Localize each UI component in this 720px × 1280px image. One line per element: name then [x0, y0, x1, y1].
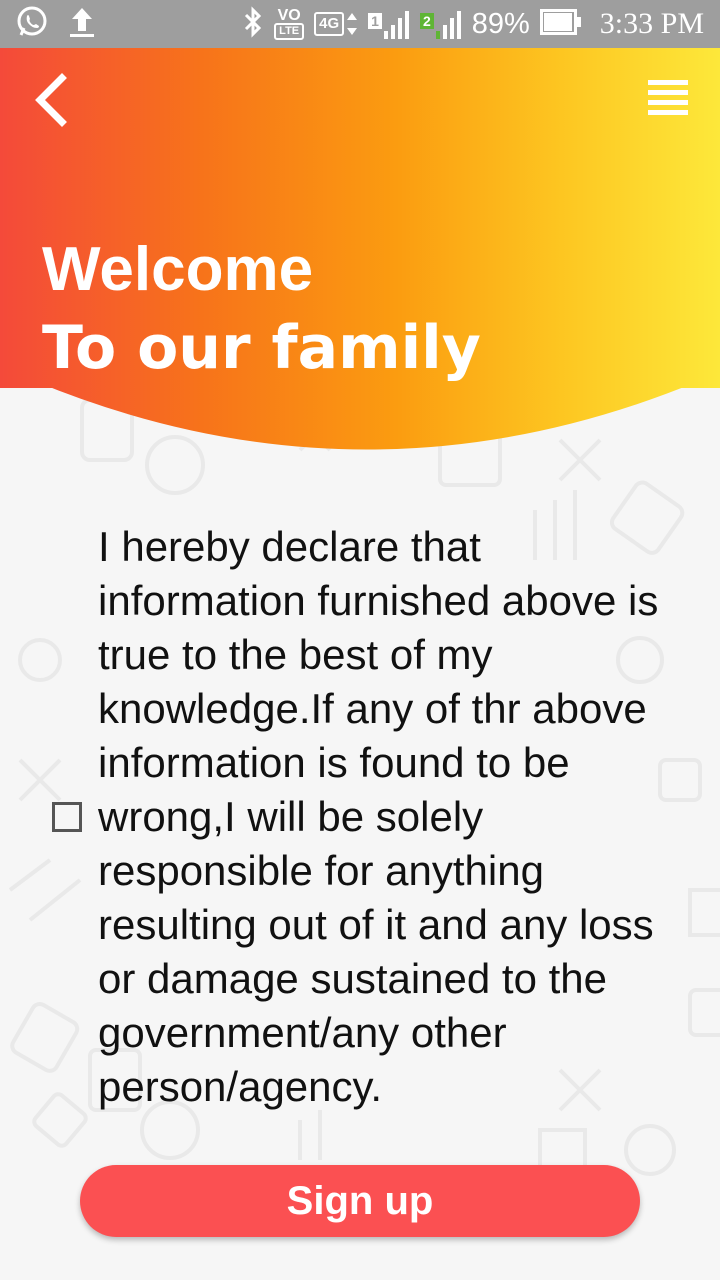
status-right-icons: VO LTE 4G 1 2 89% 3:33 PM	[242, 0, 704, 48]
declaration-checkbox[interactable]	[52, 802, 82, 832]
network-label: 4G	[314, 12, 345, 36]
bluetooth-icon	[242, 6, 264, 42]
chevron-left-icon	[30, 73, 74, 132]
sim2-signal-icon: 2	[419, 9, 462, 39]
volte-label: VO	[277, 6, 301, 24]
sim1-signal-icon: 1	[368, 9, 410, 39]
battery-icon	[539, 9, 582, 39]
volte-icon: VO LTE	[274, 6, 305, 40]
upload-icon	[68, 5, 96, 43]
page-subtitle: To our family	[42, 313, 481, 383]
battery-percent: 89%	[471, 7, 530, 40]
signup-button[interactable]: Sign up	[80, 1165, 640, 1237]
page-title: Welcome	[42, 235, 314, 304]
hamburger-menu-icon	[646, 80, 692, 124]
whatsapp-icon	[14, 4, 50, 44]
network-4g-icon: 4G	[314, 11, 358, 37]
declaration-text: I hereby declare that information furnis…	[98, 523, 659, 1110]
clock: 3:33 PM	[599, 7, 704, 40]
sim1-label: 1	[368, 13, 382, 29]
back-button[interactable]	[30, 72, 74, 128]
lte-label: LTE	[274, 22, 305, 40]
status-left-icons	[14, 6, 96, 42]
status-bar: VO LTE 4G 1 2 89% 3:33 PM	[0, 0, 720, 48]
sim2-label: 2	[419, 13, 434, 29]
menu-button[interactable]	[646, 78, 692, 120]
